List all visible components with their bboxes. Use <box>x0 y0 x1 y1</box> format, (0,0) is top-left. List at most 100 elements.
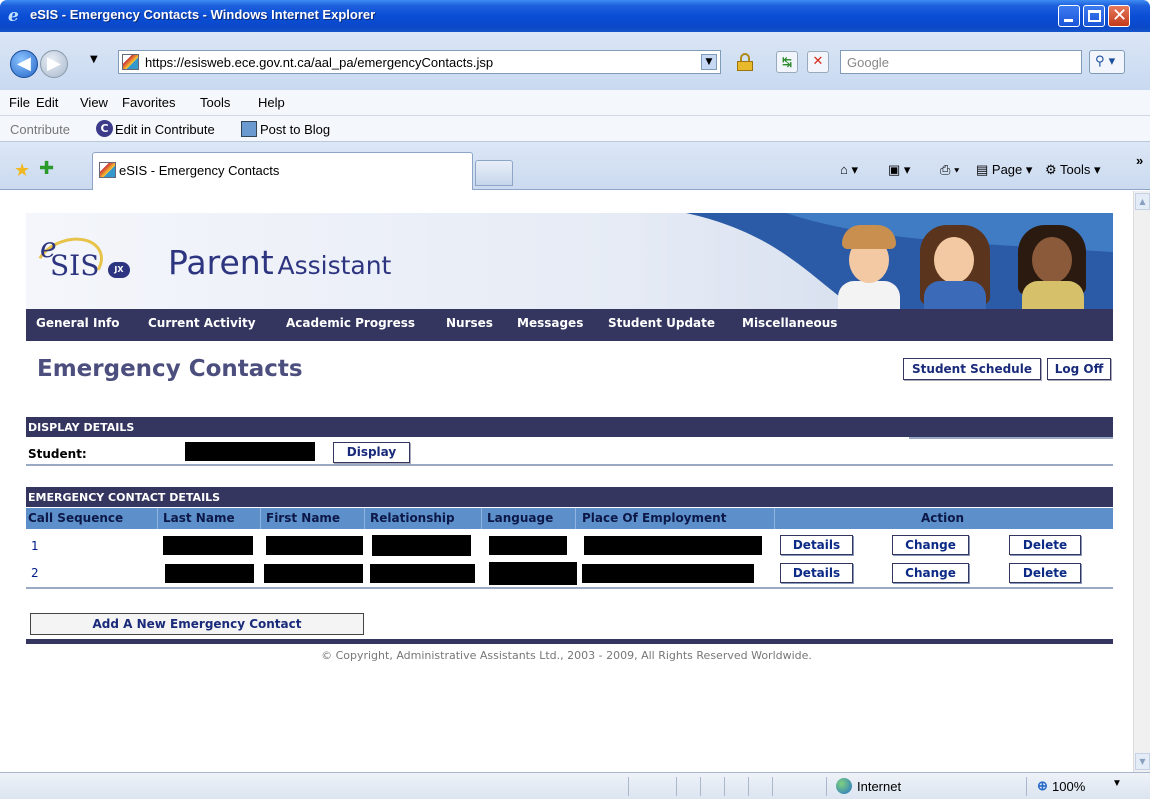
status-separator <box>772 777 773 796</box>
add-emergency-contact-button[interactable]: Add A New Emergency Contact <box>30 613 364 635</box>
close-button[interactable]: ✕ <box>1108 5 1130 27</box>
nav-academic-progress[interactable]: Academic Progress <box>286 316 415 330</box>
address-url: https://esisweb.ece.gov.nt.ca/aal_pa/eme… <box>145 55 494 70</box>
nav-general-info[interactable]: General Info <box>36 316 119 330</box>
history-dropdown-icon[interactable]: ▼ <box>90 54 98 65</box>
delete-button[interactable]: Delete <box>1009 563 1081 583</box>
display-button[interactable]: Display <box>333 442 410 463</box>
esis-logo: e SIS JX <box>27 228 150 300</box>
new-tab-button[interactable] <box>475 160 513 186</box>
call-sequence-cell: 1 <box>31 539 39 553</box>
logo-badge: JX <box>108 262 130 278</box>
edit-in-contribute-button[interactable]: Edit in Contribute <box>115 122 215 137</box>
maximize-icon <box>1088 10 1101 22</box>
blog-icon <box>241 121 257 137</box>
esis-banner: e SIS JX Parent Assistant <box>26 213 1113 309</box>
tools-menu-button[interactable]: ⚙ Tools ▾ <box>1045 162 1101 178</box>
address-dropdown-icon[interactable]: ▼ <box>701 54 717 70</box>
copyright-text: © Copyright, Administrative Assistants L… <box>321 649 812 662</box>
nav-nurses[interactable]: Nurses <box>446 316 493 330</box>
stop-icon: ✕ <box>812 54 824 69</box>
app-title-sub: Assistant <box>277 251 392 280</box>
col-divider <box>260 508 261 529</box>
zoom-dropdown-icon[interactable]: ▼ <box>1112 778 1122 789</box>
display-details-rule <box>26 464 1113 466</box>
contribute-toolbar: Contribute C Edit in Contribute Post to … <box>0 116 1150 142</box>
search-placeholder: Google <box>847 55 889 70</box>
nav-current-activity[interactable]: Current Activity <box>148 316 256 330</box>
search-button[interactable]: ⚲ ▾ <box>1089 50 1125 74</box>
address-input[interactable]: https://esisweb.ece.gov.nt.ca/aal_pa/eme… <box>118 50 721 74</box>
zoom-level[interactable]: 100% <box>1052 779 1085 794</box>
col-first-name: First Name <box>266 511 341 525</box>
nav-messages[interactable]: Messages <box>517 316 583 330</box>
menu-view[interactable]: View <box>80 95 108 110</box>
back-button[interactable]: ◀ <box>10 50 38 78</box>
student-select-redacted[interactable] <box>185 442 315 461</box>
refresh-button[interactable]: ↹ <box>776 51 798 73</box>
status-separator <box>1026 777 1027 796</box>
first-name-redacted <box>266 536 363 555</box>
app-title: Parent Assistant <box>168 243 391 282</box>
feeds-icon[interactable]: ▣ ▾ <box>888 162 910 178</box>
stop-button[interactable]: ✕ <box>807 51 829 73</box>
tools-menu-label: Tools <box>1060 162 1091 177</box>
display-details-rule-top <box>909 437 1113 439</box>
tab-esis-emergency-contacts[interactable]: eSIS - Emergency Contacts <box>92 152 473 190</box>
print-icon[interactable]: ⎙ ▾ <box>940 162 959 178</box>
status-separator <box>676 777 677 796</box>
nav-student-update[interactable]: Student Update <box>608 316 715 330</box>
security-zone[interactable]: Internet <box>857 779 901 794</box>
search-icon: ⚲ ▾ <box>1095 54 1116 69</box>
forward-button[interactable]: ▶ <box>40 50 68 78</box>
contacts-table-header: Call Sequence Last Name First Name Relat… <box>26 508 1113 529</box>
ie-logo-icon: e <box>8 6 19 26</box>
tab-favicon-icon <box>99 162 116 178</box>
scroll-down-icon[interactable]: ▼ <box>1135 753 1150 770</box>
site-favicon-icon <box>122 54 139 70</box>
vertical-scrollbar[interactable]: ▲ ▼ <box>1133 191 1150 772</box>
change-button[interactable]: Change <box>892 535 969 555</box>
zoom-icon: ⊕ <box>1037 778 1048 793</box>
emergency-contact-header: EMERGENCY CONTACT DETAILS <box>26 487 1113 507</box>
home-icon[interactable]: ⌂ ▾ <box>840 162 858 178</box>
delete-button[interactable]: Delete <box>1009 535 1081 555</box>
student-schedule-button[interactable]: Student Schedule <box>903 358 1041 380</box>
menu-edit[interactable]: Edit <box>36 95 58 110</box>
nav-miscellaneous[interactable]: Miscellaneous <box>742 316 837 330</box>
minimize-button[interactable] <box>1058 5 1080 27</box>
page-viewport: e SIS JX Parent Assistant General Info C… <box>0 191 1133 772</box>
col-relationship: Relationship <box>370 511 455 525</box>
maximize-button[interactable] <box>1083 5 1105 27</box>
student-photo-boy <box>834 221 904 309</box>
menu-tools[interactable]: Tools <box>200 95 230 110</box>
details-button[interactable]: Details <box>780 535 853 555</box>
col-place-of-employment: Place Of Employment <box>582 511 727 525</box>
status-separator <box>826 777 827 796</box>
status-separator <box>748 777 749 796</box>
window-title: eSIS - Emergency Contacts - Windows Inte… <box>30 7 376 22</box>
language-redacted <box>489 536 567 555</box>
window-titlebar[interactable]: e eSIS - Emergency Contacts - Windows In… <box>0 0 1150 32</box>
gear-icon: ⚙ <box>1045 162 1061 177</box>
lock-icon[interactable] <box>737 53 753 71</box>
scroll-up-icon[interactable]: ▲ <box>1135 193 1150 210</box>
log-off-button[interactable]: Log Off <box>1047 358 1111 380</box>
contacts-table-rule <box>26 587 1113 589</box>
favorites-star-icon[interactable]: ★ <box>14 160 30 181</box>
details-button[interactable]: Details <box>780 563 853 583</box>
student-photo-girl <box>916 221 994 309</box>
menu-file[interactable]: File <box>9 95 30 110</box>
add-favorite-icon[interactable]: ✚ <box>39 158 54 179</box>
language-redacted <box>489 562 577 585</box>
post-to-blog-button[interactable]: Post to Blog <box>260 122 330 137</box>
menu-favorites[interactable]: Favorites <box>122 95 175 110</box>
change-button[interactable]: Change <box>892 563 969 583</box>
page-menu-button[interactable]: ▤ Page ▾ <box>976 162 1032 178</box>
menu-help[interactable]: Help <box>258 95 285 110</box>
search-input[interactable]: Google <box>840 50 1082 74</box>
page-menu-label: Page <box>991 162 1023 177</box>
app-title-main: Parent <box>168 243 274 282</box>
employment-redacted <box>584 536 762 555</box>
chevron-more-icon[interactable]: » <box>1136 153 1143 168</box>
